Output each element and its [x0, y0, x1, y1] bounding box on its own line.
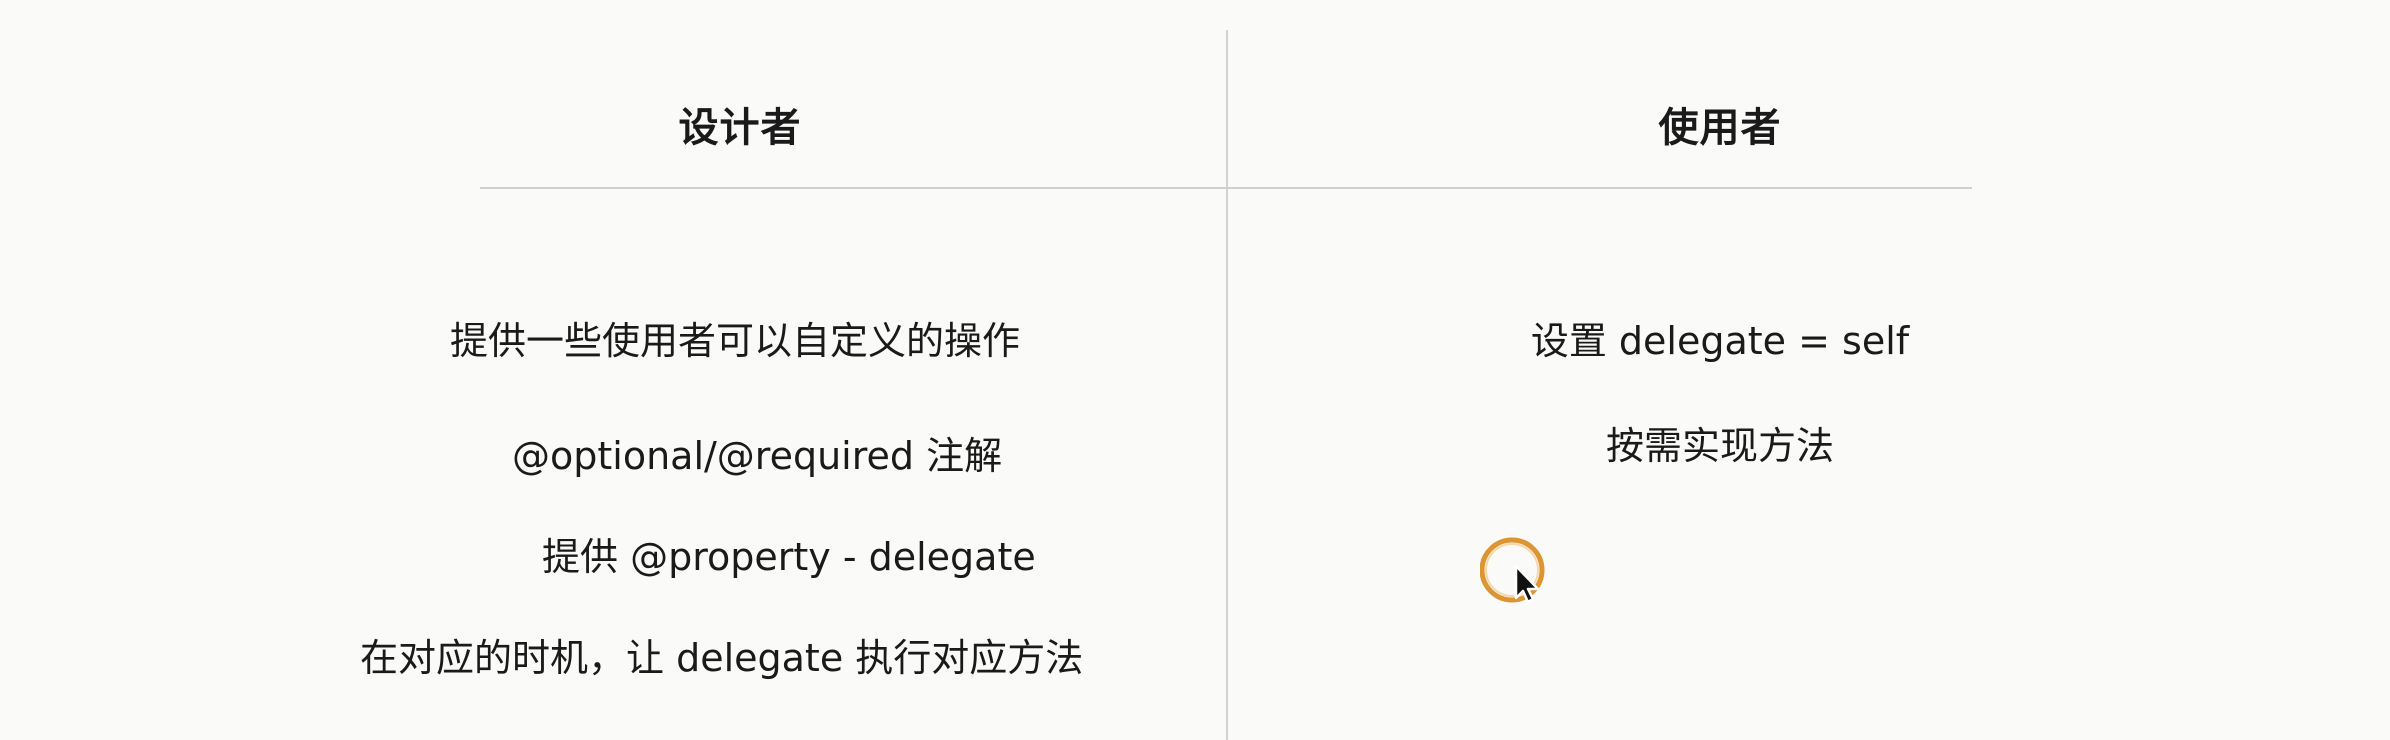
mouse-pointer-icon: [1479, 536, 1550, 606]
user-header: 使用者: [1658, 105, 1782, 151]
user-item-1: 设置 delegate = self: [1530, 319, 1910, 363]
designer-item-4: 在对应的时机，让 delegate 执行对应方法: [360, 636, 1084, 680]
designer-item-1: 提供一些使用者可以自定义的操作: [450, 319, 1021, 363]
slide: 设计者 提供一些使用者可以自定义的操作 @optional/@required …: [0, 0, 2390, 740]
user-column: 使用者 设置 delegate = self 按需实现方法: [1260, 0, 2180, 740]
designer-column: 设计者 提供一些使用者可以自定义的操作 @optional/@required …: [300, 0, 1180, 740]
designer-item-2: @optional/@required 注解: [512, 434, 1003, 478]
user-item-2: 按需实现方法: [1605, 424, 1834, 468]
designer-item-3: 提供 @property - delegate: [542, 535, 1036, 579]
designer-header: 设计者: [678, 105, 802, 151]
vertical-divider: [1226, 30, 1228, 740]
